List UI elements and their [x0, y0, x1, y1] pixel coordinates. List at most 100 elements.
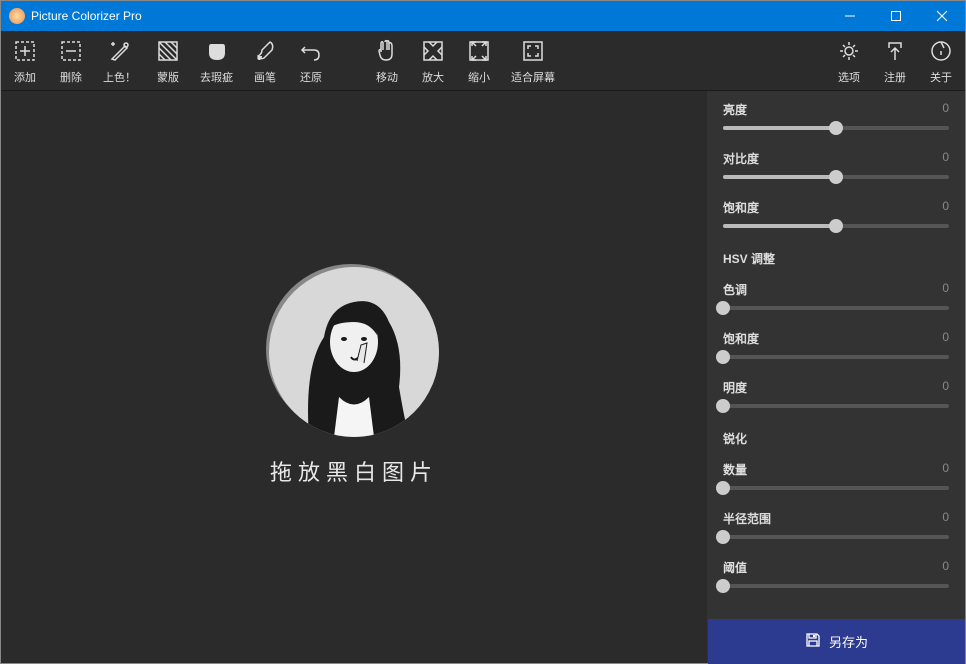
register-icon — [881, 37, 909, 65]
slider-thumb[interactable] — [716, 579, 730, 593]
save-icon — [805, 632, 821, 651]
slider-label: 色调 — [723, 281, 747, 298]
slider-track[interactable] — [723, 224, 949, 228]
slider-value: 0 — [942, 510, 949, 527]
app-icon — [9, 8, 25, 24]
mask-button[interactable]: 蒙版 — [154, 37, 182, 85]
slider-label: 阈值 — [723, 559, 747, 576]
slider-thumb[interactable] — [829, 170, 843, 184]
slider-hsv-0[interactable]: 色调 0 — [707, 271, 965, 320]
about-button[interactable]: 关于 — [927, 37, 955, 85]
colorize-button[interactable]: 上色！ — [103, 37, 136, 85]
close-button[interactable] — [919, 1, 965, 31]
fit-button[interactable]: 适合屏幕 — [511, 37, 555, 85]
canvas-area[interactable]: 拖放黑白图片 — [1, 91, 707, 663]
slider-basic-2[interactable]: 饱和度 0 — [707, 189, 965, 238]
colorize-icon — [106, 37, 134, 65]
minimize-button[interactable] — [827, 1, 873, 31]
move-button[interactable]: 移动 — [373, 37, 401, 85]
add-icon — [11, 37, 39, 65]
slider-basic-1[interactable]: 对比度 0 — [707, 140, 965, 189]
brush-button[interactable]: 画笔 — [251, 37, 279, 85]
undo-button[interactable]: 还原 — [297, 37, 325, 85]
slider-value: 0 — [942, 199, 949, 216]
move-icon — [373, 37, 401, 65]
slider-track[interactable] — [723, 584, 949, 588]
toolbar-label: 关于 — [930, 69, 952, 85]
undo-icon — [297, 37, 325, 65]
remove-button[interactable]: 删除 — [57, 37, 85, 85]
add-button[interactable]: 添加 — [11, 37, 39, 85]
main-toolbar: 添加 删除 上色！ 蒙版去瑕疵画笔 还原 移动 放大 缩小 适合屏幕 选项 注册 关于 — [1, 31, 965, 91]
slider-thumb[interactable] — [829, 219, 843, 233]
zoomin-icon — [419, 37, 447, 65]
slider-value: 0 — [942, 379, 949, 396]
slider-sharpen-2[interactable]: 阈值 0 — [707, 549, 965, 598]
slider-label: 对比度 — [723, 150, 759, 167]
slider-label: 饱和度 — [723, 330, 759, 347]
slider-value: 0 — [942, 101, 949, 118]
slider-value: 0 — [942, 461, 949, 478]
zoomin-button[interactable]: 放大 — [419, 37, 447, 85]
slider-thumb[interactable] — [829, 121, 843, 135]
zoomout-icon — [465, 37, 493, 65]
slider-value: 0 — [942, 281, 949, 298]
toolbar-label: 选项 — [838, 69, 860, 85]
toolbar-label: 移动 — [376, 69, 398, 85]
slider-thumb[interactable] — [716, 350, 730, 364]
slider-thumb[interactable] — [716, 399, 730, 413]
slider-sharpen-1[interactable]: 半径范围 0 — [707, 500, 965, 549]
slider-track[interactable] — [723, 175, 949, 179]
slider-track[interactable] — [723, 535, 949, 539]
slider-hsv-1[interactable]: 饱和度 0 — [707, 320, 965, 369]
toolbar-label: 还原 — [300, 69, 322, 85]
toolbar-label: 缩小 — [468, 69, 490, 85]
eraser-button[interactable]: 去瑕疵 — [200, 37, 233, 85]
zoomout-button[interactable]: 缩小 — [465, 37, 493, 85]
slider-thumb[interactable] — [716, 301, 730, 315]
toolbar-label: 适合屏幕 — [511, 69, 555, 85]
about-icon — [927, 37, 955, 65]
slider-value: 0 — [942, 559, 949, 576]
slider-track[interactable] — [723, 355, 949, 359]
slider-track[interactable] — [723, 126, 949, 130]
slider-track[interactable] — [723, 486, 949, 490]
toolbar-label: 删除 — [60, 69, 82, 85]
hsv-section-header: HSV 调整 — [707, 238, 965, 271]
toolbar-label: 添加 — [14, 69, 36, 85]
toolbar-label: 画笔 — [254, 69, 276, 85]
toolbar-label: 注册 — [884, 69, 906, 85]
slider-thumb[interactable] — [716, 481, 730, 495]
slider-track[interactable] — [723, 306, 949, 310]
save-as-button[interactable]: 另存为 — [708, 619, 965, 664]
slider-track[interactable] — [723, 404, 949, 408]
settings-icon — [835, 37, 863, 65]
toolbar-label: 上色！ — [103, 69, 136, 85]
slider-hsv-2[interactable]: 明度 0 — [707, 369, 965, 418]
sharpen-section-header: 锐化 — [707, 418, 965, 451]
slider-label: 数量 — [723, 461, 747, 478]
slider-value: 0 — [942, 150, 949, 167]
placeholder-text: 拖放黑白图片 — [270, 455, 438, 487]
window-title: Picture Colorizer Pro — [31, 9, 827, 23]
settings-button[interactable]: 选项 — [835, 37, 863, 85]
maximize-button[interactable] — [873, 1, 919, 31]
slider-sharpen-0[interactable]: 数量 0 — [707, 451, 965, 500]
main-area: 拖放黑白图片 亮度 0 对比度 0 饱和度 0 HSV 调整 色调 — [1, 91, 965, 663]
slider-label: 饱和度 — [723, 199, 759, 216]
mask-icon — [154, 37, 182, 65]
toolbar-label: 放大 — [422, 69, 444, 85]
slider-value: 0 — [942, 330, 949, 347]
eraser-icon — [203, 37, 231, 65]
slider-label: 明度 — [723, 379, 747, 396]
slider-basic-0[interactable]: 亮度 0 — [707, 91, 965, 140]
register-button[interactable]: 注册 — [881, 37, 909, 85]
titlebar: Picture Colorizer Pro — [1, 1, 965, 31]
adjustments-panel: 亮度 0 对比度 0 饱和度 0 HSV 调整 色调 0 — [707, 91, 965, 663]
fit-icon — [519, 37, 547, 65]
placeholder-image — [269, 267, 439, 437]
remove-icon — [57, 37, 85, 65]
brush-icon — [251, 37, 279, 65]
slider-thumb[interactable] — [716, 530, 730, 544]
window-controls — [827, 1, 965, 31]
